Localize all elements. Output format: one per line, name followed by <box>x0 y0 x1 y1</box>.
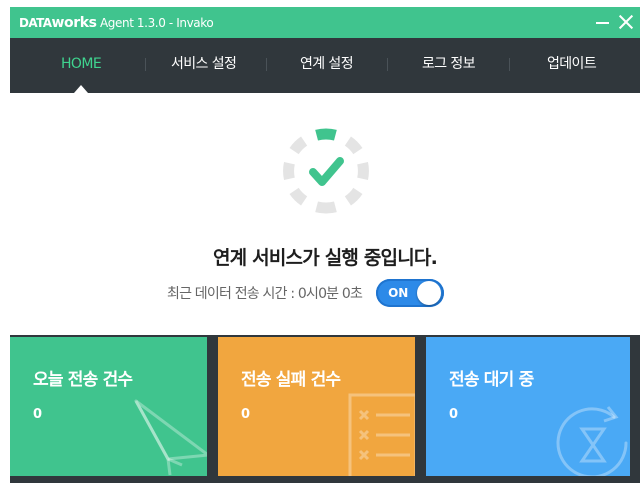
brand-works: works <box>51 15 97 31</box>
tab-log-info[interactable]: 로그 정보 <box>422 55 476 73</box>
card-value: 0 <box>241 407 251 422</box>
last-transfer-row: 최근 데이터 전송 시간 : 0시0분 0초 ON <box>167 279 445 307</box>
nav-divider <box>145 58 146 71</box>
card-title: 오늘 전송 건수 <box>33 370 133 390</box>
card-value: 0 <box>33 407 43 422</box>
nav-divider <box>509 58 510 71</box>
card-value: 0 <box>449 407 459 422</box>
failed-list-icon <box>348 393 415 476</box>
failed-sent-card: 전송 실패 건수 0 <box>218 337 415 476</box>
tab-link-settings[interactable]: 연계 설정 <box>300 55 354 73</box>
tab-service-settings[interactable]: 서비스 설정 <box>171 55 237 73</box>
tab-home[interactable]: HOME <box>61 55 102 73</box>
minimize-icon[interactable] <box>592 11 614 33</box>
nav-divider <box>387 58 388 71</box>
status-panel: 연계 서비스가 실행 중입니다. 최근 데이터 전송 시간 : 0시0분 0초 … <box>10 93 640 335</box>
toggle-knob <box>417 281 442 305</box>
card-title: 전송 대기 중 <box>449 370 534 390</box>
card-title: 전송 실패 건수 <box>241 370 341 390</box>
check-spinner-icon <box>283 128 369 214</box>
window-title: DATAworks Agent 1.3.0 - Invako <box>19 15 214 31</box>
service-status-heading: 연계 서비스가 실행 중입니다. <box>212 247 438 269</box>
last-transfer-time: 최근 데이터 전송 시간 : 0시0분 0초 <box>167 286 363 302</box>
tab-update[interactable]: 업데이트 <box>547 55 597 73</box>
service-toggle[interactable]: ON <box>376 279 445 307</box>
main-nav: HOME 서비스 설정 연계 설정 로그 정보 업데이트 <box>10 38 640 93</box>
today-sent-card: 오늘 전송 건수 0 <box>10 337 207 476</box>
nav-divider <box>266 58 267 71</box>
hourglass-refresh-icon <box>556 406 628 476</box>
active-tab-indicator <box>74 85 88 93</box>
paper-plane-icon <box>134 399 207 476</box>
brand-data: DATA <box>19 16 52 30</box>
toggle-label: ON <box>388 286 409 300</box>
waiting-card: 전송 대기 중 0 <box>426 337 630 476</box>
close-icon[interactable] <box>615 11 637 33</box>
title-version: Agent 1.3.0 - Invako <box>96 16 214 30</box>
title-bar[interactable]: DATAworks Agent 1.3.0 - Invako <box>10 7 640 38</box>
